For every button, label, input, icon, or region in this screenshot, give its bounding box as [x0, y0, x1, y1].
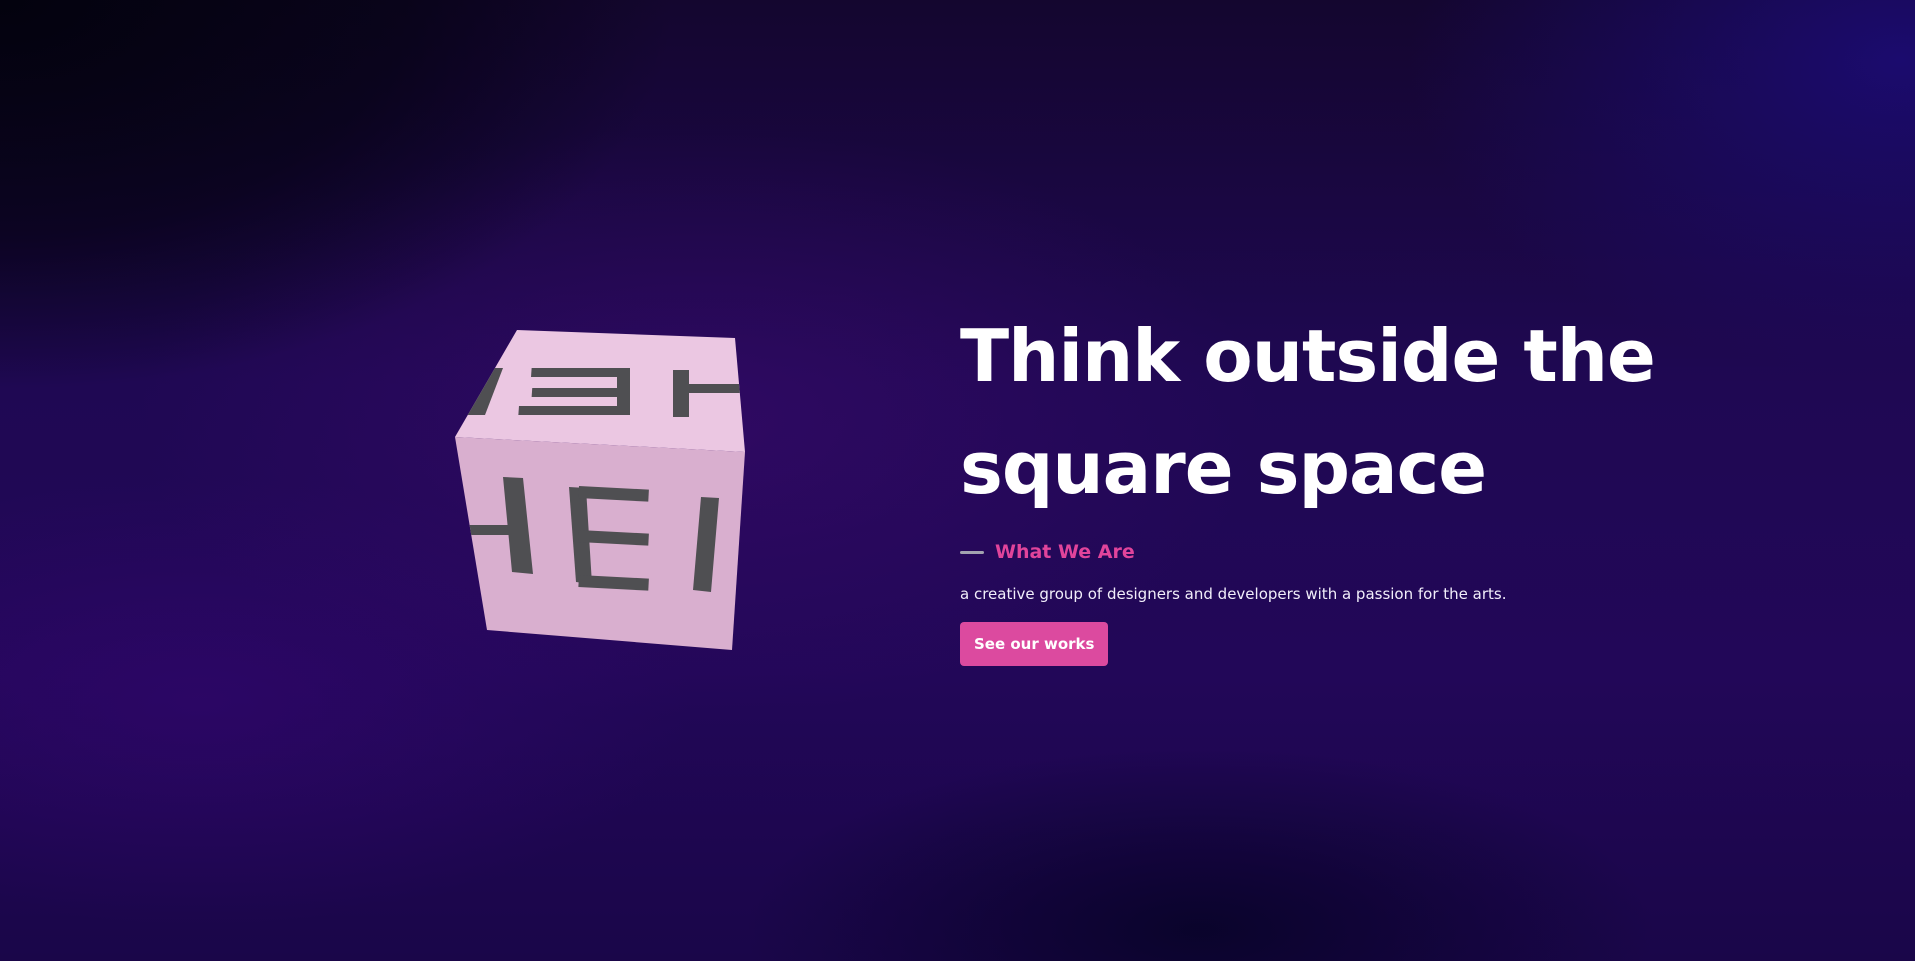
see-our-works-button[interactable]: See our works: [960, 622, 1109, 666]
hero-title: Think outside the square space: [960, 300, 1860, 524]
hero-tagline: a creative group of designers and develo…: [960, 585, 1507, 603]
section-eyebrow: What We Are: [960, 540, 1860, 564]
eyebrow-label: What We Are: [995, 541, 1135, 563]
hero-title-line-1: Think outside the: [960, 314, 1656, 398]
hero-title-line-2: square space: [960, 426, 1487, 510]
eyebrow-dash: [960, 550, 984, 554]
hero-section: Think outside the square space What We A…: [960, 300, 1860, 666]
cube-svg: [455, 330, 745, 650]
hello-cube-graphic: [445, 320, 755, 660]
